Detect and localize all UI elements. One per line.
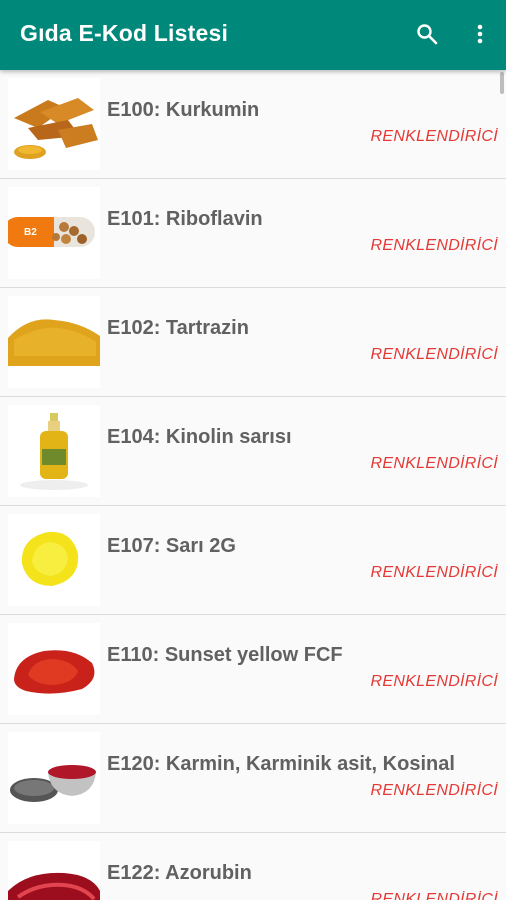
item-name: E122: Azorubin xyxy=(107,862,252,884)
svg-text:B2: B2 xyxy=(24,227,37,238)
quinoline-bottle-image xyxy=(8,405,100,497)
carmine-bowl-image xyxy=(8,732,100,824)
red-powder-image xyxy=(8,623,100,715)
search-button[interactable] xyxy=(409,16,445,52)
scrollbar[interactable] xyxy=(500,72,504,94)
item-name: E120: Karmin, Karminik asit, Kosinal xyxy=(107,753,455,775)
item-category: RENKLENDİRİCİ xyxy=(370,128,498,145)
vitamin-capsule-image: B2 xyxy=(8,187,100,279)
list-item[interactable]: E104: Kinolin sarısı RENKLENDİRİCİ xyxy=(0,397,506,506)
list-item[interactable]: E102: Tartrazin RENKLENDİRİCİ xyxy=(0,288,506,397)
item-name: E110: Sunset yellow FCF xyxy=(107,644,343,666)
item-name: E104: Kinolin sarısı xyxy=(107,426,292,448)
item-name: E101: Riboflavin xyxy=(107,208,263,230)
azorubine-image xyxy=(8,841,100,900)
item-name: E100: Kurkumin xyxy=(107,99,260,121)
item-category: RENKLENDİRİCİ xyxy=(370,455,498,472)
list-item[interactable]: E122: Azorubin RENKLENDİRİCİ xyxy=(0,833,506,900)
list-item[interactable]: E100: Kurkumin RENKLENDİRİCİ xyxy=(0,70,506,179)
tartrazine-powder-image xyxy=(8,296,100,388)
turmeric-image xyxy=(8,78,100,170)
item-name: E102: Tartrazin xyxy=(107,317,249,339)
item-category: RENKLENDİRİCİ xyxy=(370,564,498,581)
list-item[interactable]: B2 E101: Riboflavin RENKLENDİRİCİ xyxy=(0,179,506,288)
overflow-menu-icon xyxy=(477,24,483,44)
app-title: Gıda E-Kod Listesi xyxy=(20,20,229,46)
app-bar: Gıda E-Kod Listesi xyxy=(0,0,506,70)
list-item[interactable]: E110: Sunset yellow FCF RENKLENDİRİCİ xyxy=(0,615,506,724)
ekod-list: E100: Kurkumin RENKLENDİRİCİ B2 E101: Ri… xyxy=(0,70,506,900)
list-item[interactable]: E107: Sarı 2G RENKLENDİRİCİ xyxy=(0,506,506,615)
item-name: E107: Sarı 2G xyxy=(107,535,236,557)
item-category: RENKLENDİRİCİ xyxy=(370,673,498,690)
item-category: RENKLENDİRİCİ xyxy=(370,346,498,363)
item-category: RENKLENDİRİCİ xyxy=(370,782,498,799)
yellow-powder-image xyxy=(8,514,100,606)
list-item[interactable]: E120: Karmin, Karminik asit, Kosinal REN… xyxy=(0,724,506,833)
item-category: RENKLENDİRİCİ xyxy=(370,891,498,900)
item-category: RENKLENDİRİCİ xyxy=(370,237,498,254)
search-icon xyxy=(417,24,438,45)
overflow-menu-button[interactable] xyxy=(462,16,498,52)
